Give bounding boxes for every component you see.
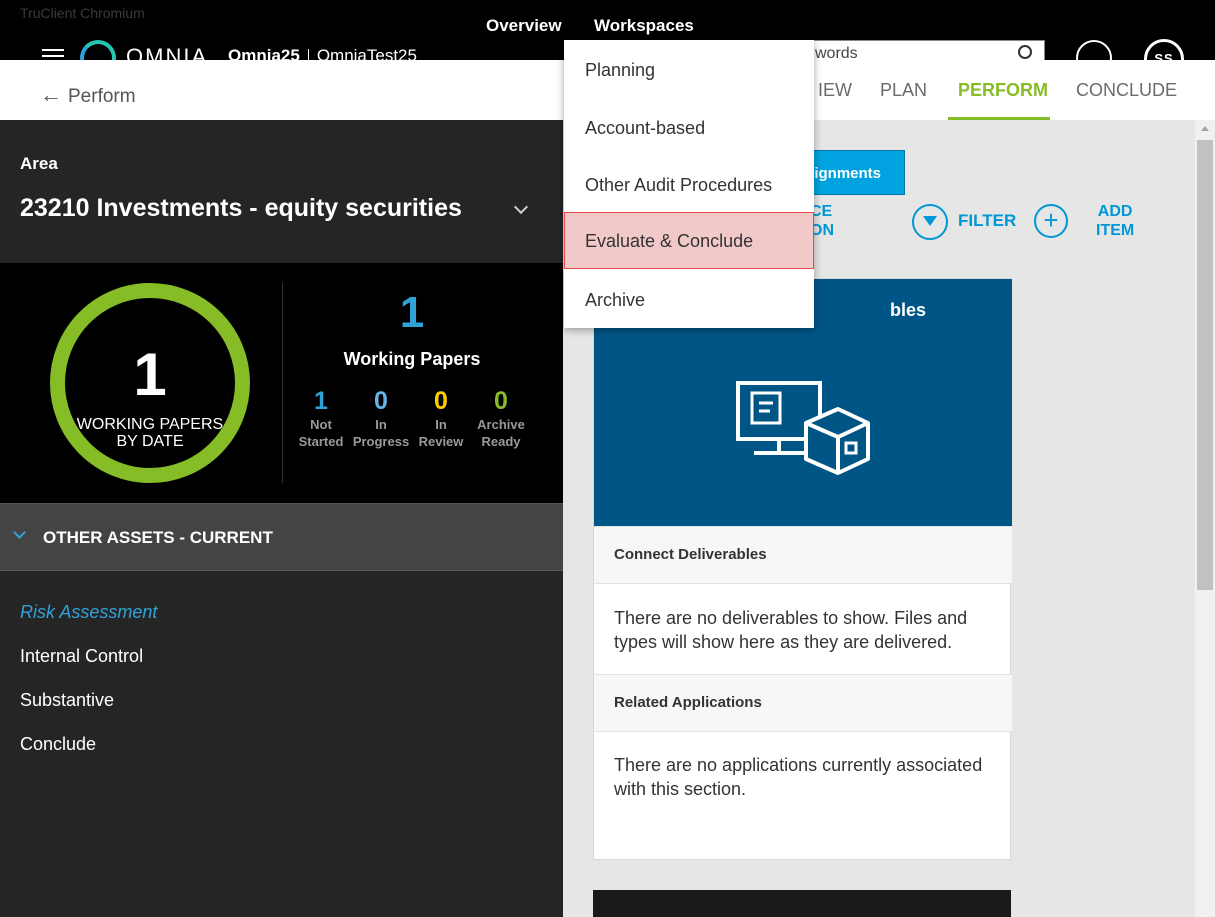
add-icon[interactable]: + <box>1034 204 1068 238</box>
sidebar-item-conclude[interactable]: Conclude <box>20 734 96 755</box>
search-icon[interactable] <box>1018 45 1032 59</box>
filter-icon[interactable] <box>912 204 948 240</box>
stat-label-line2: Progress <box>352 434 410 449</box>
menu-item-account-based[interactable]: Account-based <box>564 100 814 157</box>
nav-overview[interactable]: Overview <box>486 16 562 36</box>
stat-value: 0 <box>374 387 388 415</box>
stat-label-line1: In <box>375 417 387 432</box>
related-applications-header: Related Applications <box>594 674 1012 732</box>
browser-title: TruClient Chromium <box>20 5 145 21</box>
area-sidebar: Area 23210 Investments - equity securiti… <box>0 120 563 917</box>
ring-value: 1 <box>133 341 167 408</box>
stats-panel: 1 WORKING PAPERS BY DATE 1 Working Paper… <box>0 263 563 503</box>
add-item-line2: ITEM <box>1096 222 1135 239</box>
stat-label-line1: Not <box>310 417 332 432</box>
working-papers-total: 1 <box>399 288 425 337</box>
scroll-up-icon[interactable] <box>1201 126 1209 131</box>
next-card <box>593 890 1011 917</box>
tab-plan[interactable]: PLAN <box>880 80 927 101</box>
deliverables-card: bles Connect Deliverables There are no d… <box>593 278 1012 860</box>
section-header[interactable]: OTHER ASSETS - CURRENT <box>0 503 563 571</box>
chevron-down-icon[interactable] <box>513 199 529 215</box>
stat-label-line2: Ready <box>481 434 521 449</box>
sidebar-item-risk-assessment[interactable]: Risk Assessment <box>20 602 157 623</box>
tab-review[interactable]: IEW <box>818 80 852 101</box>
hamburger-menu-icon[interactable] <box>42 49 64 63</box>
stat-label-line2: Started <box>298 434 344 449</box>
menu-item-evaluate-conclude[interactable]: Evaluate & Conclude <box>564 212 814 269</box>
back-link[interactable]: ← Perform <box>40 82 136 108</box>
ring-label: WORKING PAPERS BY DATE <box>65 416 235 450</box>
area-selector[interactable]: 23210 Investments - equity securities <box>20 194 462 223</box>
add-item-button[interactable]: ADD ITEM <box>1096 202 1134 240</box>
connect-deliverables-header: Connect Deliverables <box>594 526 1012 584</box>
stat-archive-ready[interactable]: 0 Archive Ready <box>471 387 531 450</box>
stat-value: 0 <box>434 387 448 415</box>
section-title: OTHER ASSETS - CURRENT <box>43 528 273 547</box>
stat-label-line1: Archive <box>477 417 525 432</box>
scrollbar-thumb[interactable] <box>1197 140 1213 590</box>
stat-label-line2: Review <box>418 434 464 449</box>
workspaces-dropdown: Planning Account-based Other Audit Proce… <box>564 40 814 328</box>
stat-in-progress[interactable]: 0 In Progress <box>351 387 411 450</box>
connect-deliverables-text: There are no deliverables to show. Files… <box>614 608 968 652</box>
tab-perform[interactable]: PERFORM <box>958 80 1048 101</box>
stat-in-review[interactable]: 0 In Review <box>411 387 471 450</box>
stat-value: 0 <box>494 387 508 415</box>
filter-button[interactable]: FILTER <box>958 211 1016 231</box>
nav-workspaces[interactable]: Workspaces <box>594 16 694 36</box>
menu-item-other-audit-procedures[interactable]: Other Audit Procedures <box>564 157 814 214</box>
back-arrow-icon: ← <box>40 82 62 107</box>
chevron-down-icon <box>13 526 26 539</box>
related-applications-text: There are no applications currently asso… <box>614 755 983 799</box>
deliverables-icon <box>736 381 870 475</box>
sidebar-item-substantive[interactable]: Substantive <box>20 690 114 711</box>
stat-value: 1 <box>314 387 328 415</box>
back-label: Perform <box>68 86 136 107</box>
stat-not-started[interactable]: 1 Not Started <box>291 387 351 450</box>
add-item-line1: ADD <box>1097 203 1133 220</box>
sidebar-item-internal-control[interactable]: Internal Control <box>20 646 143 667</box>
stat-label-line1: In <box>435 417 447 432</box>
working-papers-title: Working Papers <box>343 349 481 369</box>
menu-item-planning[interactable]: Planning <box>564 42 814 99</box>
working-papers-ring[interactable]: 1 WORKING PAPERS BY DATE <box>50 283 250 483</box>
ring-label-line2: BY DATE <box>116 433 184 450</box>
ring-label-line1: WORKING PAPERS <box>76 416 224 433</box>
area-label: Area <box>20 154 58 173</box>
menu-item-archive[interactable]: Archive <box>564 272 814 329</box>
tab-conclude[interactable]: CONCLUDE <box>1076 80 1177 101</box>
